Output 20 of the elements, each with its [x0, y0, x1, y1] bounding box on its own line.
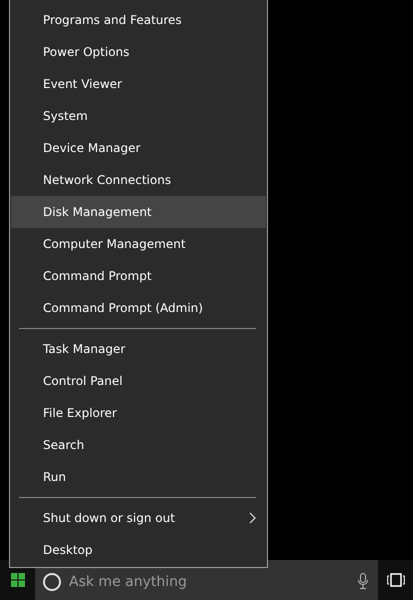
menu-item[interactable]: Search: [11, 429, 266, 461]
windows-logo-icon: [10, 573, 24, 587]
menu-item[interactable]: Device Manager: [11, 132, 266, 164]
menu-item[interactable]: Command Prompt: [11, 260, 266, 292]
menu-item[interactable]: Disk Management: [11, 196, 266, 228]
menu-item[interactable]: Command Prompt (Admin): [11, 292, 266, 324]
menu-item[interactable]: Run: [11, 461, 266, 493]
menu-item[interactable]: Task Manager: [11, 333, 266, 365]
menu-item[interactable]: Event Viewer: [11, 68, 266, 100]
menu-item[interactable]: Shut down or sign out: [11, 502, 266, 534]
menu-item[interactable]: Power Options: [11, 36, 266, 68]
menu-item[interactable]: Programs and Features: [11, 4, 266, 36]
circle-icon: [43, 573, 61, 591]
menu-item[interactable]: System: [11, 100, 266, 132]
menu-item[interactable]: Network Connections: [11, 164, 266, 196]
menu-item[interactable]: Control Panel: [11, 365, 266, 397]
menu-item[interactable]: File Explorer: [11, 397, 266, 429]
menu-item[interactable]: Computer Management: [11, 228, 266, 260]
microphone-icon[interactable]: [358, 573, 368, 589]
task-view-icon: [386, 573, 404, 587]
